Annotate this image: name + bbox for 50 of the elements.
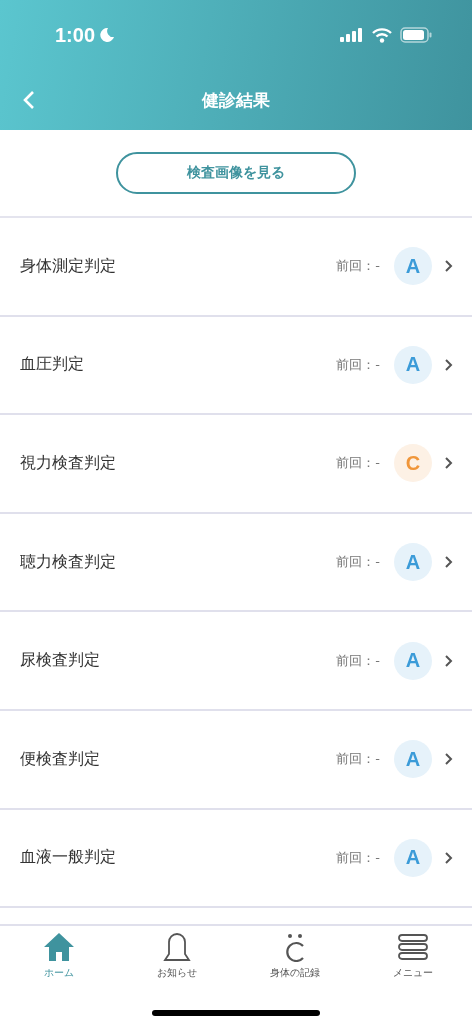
- previous-result: 前回：-: [336, 750, 380, 769]
- chevron-icon: [444, 456, 454, 471]
- result-row[interactable]: 便検査判定 前回：- A: [0, 710, 472, 810]
- tab-item[interactable]: お知らせ: [118, 932, 236, 1024]
- wifi-icon: [372, 27, 392, 43]
- result-row[interactable]: 身体測定判定 前回：- A: [0, 218, 472, 317]
- result-row[interactable]: 血圧判定 前回：- A: [0, 316, 472, 416]
- previous-result: 前回：-: [336, 848, 380, 867]
- previous-result: 前回：-: [336, 454, 380, 473]
- moon-icon: [99, 27, 116, 43]
- chevron-icon: [444, 555, 454, 570]
- view-images-button[interactable]: 検査画像を見る: [116, 152, 356, 194]
- grade-badge: A: [394, 838, 432, 877]
- result-row[interactable]: 血液一般判定 前回：- A: [0, 809, 472, 909]
- result-name: 尿検査判定: [20, 650, 101, 672]
- screen-title: 健診結果: [202, 88, 270, 112]
- grade-badge: A: [394, 740, 432, 779]
- chevron-icon: [444, 653, 454, 668]
- result-name: 血圧判定: [20, 354, 85, 376]
- previous-result: 前回：-: [336, 355, 380, 374]
- back-icon[interactable]: [22, 90, 36, 110]
- previous-result: 前回：-: [336, 651, 380, 670]
- menu-icon: [397, 932, 429, 963]
- result-name: 聴力検査判定: [20, 551, 117, 573]
- chevron-icon: [444, 259, 454, 274]
- result-name: 視力検査判定: [20, 453, 117, 474]
- bell-icon: [161, 932, 193, 963]
- chevron-icon: [444, 357, 454, 372]
- grade-badge: A: [394, 543, 432, 582]
- chevron-icon: [444, 850, 454, 865]
- grade-badge: C: [394, 444, 432, 483]
- result-name: 身体測定判定: [20, 255, 117, 277]
- chevron-icon: [444, 752, 454, 767]
- battery-icon: [400, 27, 432, 43]
- previous-result: 前回：-: [336, 257, 380, 276]
- result-name: 便検査判定: [20, 748, 101, 770]
- tab-item[interactable]: 身体の記録: [236, 932, 354, 1024]
- result-name: 血液一般判定: [20, 847, 117, 869]
- signal-icon: [340, 28, 364, 42]
- result-row[interactable]: 尿検査判定 前回：- A: [0, 612, 472, 711]
- tab-item[interactable]: ホーム: [0, 932, 118, 1024]
- grade-badge: A: [394, 345, 432, 384]
- previous-result: 前回：-: [336, 553, 380, 572]
- result-row[interactable]: 聴力検査判定 前回：- A: [0, 513, 472, 613]
- home-icon: [43, 932, 75, 963]
- grade-badge: A: [394, 247, 432, 286]
- status-time: 1:00: [55, 23, 96, 47]
- tab-item[interactable]: メニュー: [354, 932, 472, 1024]
- grade-badge: A: [394, 641, 432, 680]
- result-row[interactable]: 視力検査判定 前回：- C: [0, 415, 472, 514]
